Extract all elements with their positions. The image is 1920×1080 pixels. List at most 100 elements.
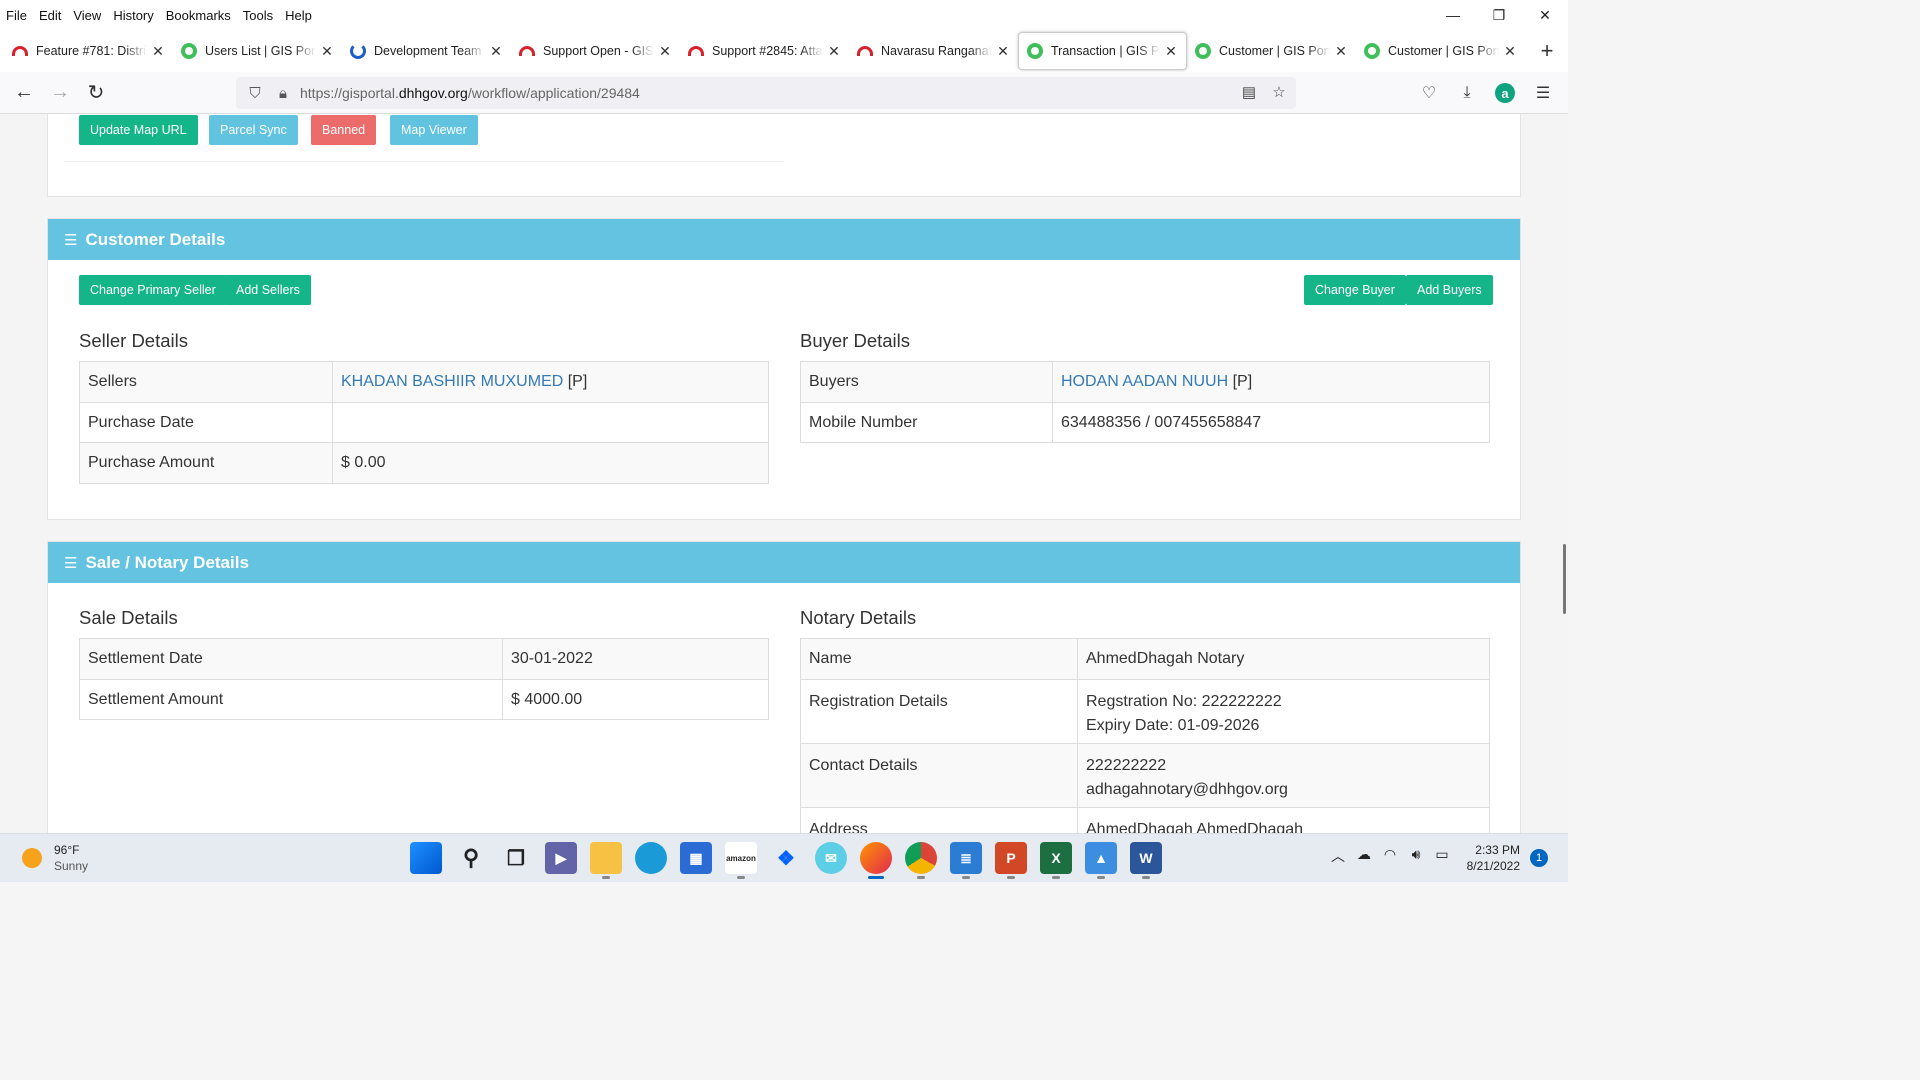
page-scrollbar[interactable] [1563,544,1566,614]
gis-portal-icon [1364,43,1380,59]
file-explorer-icon[interactable] [590,842,622,879]
close-tab-icon[interactable]: ✕ [320,43,334,60]
sellers-label: Sellers [79,361,333,403]
account-icon[interactable]: a [1495,83,1515,103]
reload-icon[interactable]: ↻ [78,75,114,111]
tab-feature-781[interactable]: Feature #781: District ✕ [4,32,173,70]
word-icon[interactable]: W [1130,842,1162,879]
wifi-icon[interactable]: ◠ [1380,846,1400,866]
tab-support-2845[interactable]: Support #2845: Attach ✕ [680,32,849,70]
weather-condition: Sunny [54,859,89,873]
downloads-icon[interactable]: ⤓ [1450,76,1484,110]
close-tab-icon[interactable]: ✕ [1503,43,1517,60]
volume-icon[interactable]: 🔊︎ [1406,846,1426,866]
minimize-icon[interactable]: — [1430,0,1476,30]
blue-circle-icon [350,43,366,59]
close-tab-icon[interactable]: ✕ [151,43,165,60]
change-buyer-button[interactable]: Change Buyer [1304,275,1406,305]
add-sellers-button[interactable]: Add Sellers [225,275,311,305]
edge-browser-icon[interactable] [635,842,667,874]
table-row: Mobile Number 634488356 / 007455658847 [800,402,1490,443]
address-bar[interactable]: ⛉ 🔒︎ https://gisportal. dhhgov.org/workfl… [236,77,1296,109]
lock-icon[interactable]: 🔒︎ [272,85,294,102]
buyer-name-link[interactable]: HODAN AADAN NUUH [1061,373,1228,390]
url-host: dhhgov.org [398,85,468,101]
reader-view-icon[interactable]: ▤ [1238,81,1260,103]
map-viewer-button[interactable]: Map Viewer [390,115,478,145]
bookmark-star-icon[interactable]: ☆ [1268,81,1290,103]
sun-icon [22,848,42,868]
update-map-url-button[interactable]: Update Map URL [79,115,198,145]
close-tab-icon[interactable]: ✕ [1334,43,1348,60]
onedrive-cloud-icon[interactable]: ☁ [1354,846,1374,866]
customer-details-title: Customer Details [85,229,226,249]
menu-help[interactable]: Help [279,8,318,23]
seller-details-table: Sellers KHADAN BASHIIR MUXUMED [P] Purch… [79,361,769,484]
close-window-icon[interactable]: ✕ [1522,0,1568,30]
excel-icon[interactable]: X [1040,842,1072,879]
close-tab-icon[interactable]: ✕ [1164,43,1178,60]
photos-icon[interactable]: ▲ [1085,842,1117,879]
powerpoint-icon[interactable]: P [995,842,1027,879]
menu-history[interactable]: History [107,8,159,23]
chevron-up-icon[interactable]: ︿ [1328,846,1348,866]
sale-notary-header: ☰ Sale / Notary Details [48,542,1520,583]
task-view-icon[interactable]: ❐ [500,842,532,874]
menu-view[interactable]: View [67,8,107,23]
tab-development-team[interactable]: Development Team ✕ [342,32,511,70]
tab-customer-1[interactable]: Customer | GIS Portal ✕ [1187,32,1356,70]
pocket-icon[interactable]: ♡ [1412,76,1446,110]
banned-button[interactable]: Banned [311,115,377,145]
shield-icon[interactable]: ⛉ [244,85,266,102]
microsoft-store-icon[interactable]: ▦ [680,842,712,874]
search-icon[interactable]: ⚲ [455,842,487,874]
dropbox-icon[interactable]: ❖ [770,842,802,874]
settlement-amount-label: Settlement Amount [79,679,503,720]
seller-name-link[interactable]: KHADAN BASHIIR MUXUMED [341,373,563,390]
menu-file[interactable]: File [0,8,33,23]
add-buyers-button[interactable]: Add Buyers [1406,275,1493,305]
firefox-icon[interactable] [860,842,892,879]
teams-chat-icon[interactable]: ▶ [545,842,577,874]
purchase-date-label: Purchase Date [79,402,333,443]
close-tab-icon[interactable]: ✕ [996,43,1010,60]
menu-tools[interactable]: Tools [237,8,279,23]
buyer-details-table: Buyers HODAN AADAN NUUH [P] Mobile Numbe… [800,361,1490,443]
amazon-icon[interactable]: amazon [725,842,757,879]
clock[interactable]: 2:33 PM 8/21/2022 [1456,842,1520,874]
maximize-icon[interactable]: ❐ [1476,0,1522,30]
notepad-icon[interactable]: ≣ [950,842,982,879]
close-tab-icon[interactable]: ✕ [658,43,672,60]
battery-icon[interactable]: ▭ [1432,846,1452,866]
tab-label: Development Team [374,44,482,58]
tab-support-open[interactable]: Support Open - GIS ✕ [511,32,680,70]
redmine-icon [857,43,873,59]
tab-label: Transaction | GIS Portal [1051,44,1160,58]
menu-bookmarks[interactable]: Bookmarks [160,8,237,23]
settlement-amount-value: $ 4000.00 [502,679,769,720]
notary-name-label: Name [800,638,1078,680]
change-primary-seller-button[interactable]: Change Primary Seller [79,275,227,305]
tab-label: Navarasu Ranganath [881,44,992,58]
tab-navarasu[interactable]: Navarasu Ranganath ✕ [849,32,1018,70]
new-tab-icon[interactable]: + [1529,33,1565,69]
back-icon[interactable]: ← [6,75,42,111]
menu-edit[interactable]: Edit [33,8,67,23]
start-windows-icon[interactable] [410,842,442,874]
mail-app-icon[interactable]: ✉ [815,842,847,874]
hamburger-menu-icon[interactable]: ☰ [1526,76,1560,110]
weather-widget[interactable]: 96°F Sunny [22,842,88,874]
close-tab-icon[interactable]: ✕ [827,43,841,60]
tab-users-list[interactable]: Users List | GIS Portal ✕ [173,32,342,70]
parcel-sync-button[interactable]: Parcel Sync [209,115,298,145]
tab-transaction[interactable]: Transaction | GIS Portal ✕ [1018,32,1187,70]
forward-icon[interactable]: → [42,75,78,111]
sale-notary-card: ☰ Sale / Notary Details Sale Details Set… [47,541,1521,833]
table-row: Contact Details 222222222 adhagahnotary@… [800,743,1490,808]
tab-label: Customer | GIS Portal [1219,44,1330,58]
close-tab-icon[interactable]: ✕ [489,43,503,60]
seller-details-heading: Seller Details [79,330,188,351]
notification-badge[interactable]: 1 [1530,849,1548,867]
chrome-icon[interactable] [905,842,937,879]
tab-customer-2[interactable]: Customer | GIS Portal ✕ [1356,32,1525,70]
